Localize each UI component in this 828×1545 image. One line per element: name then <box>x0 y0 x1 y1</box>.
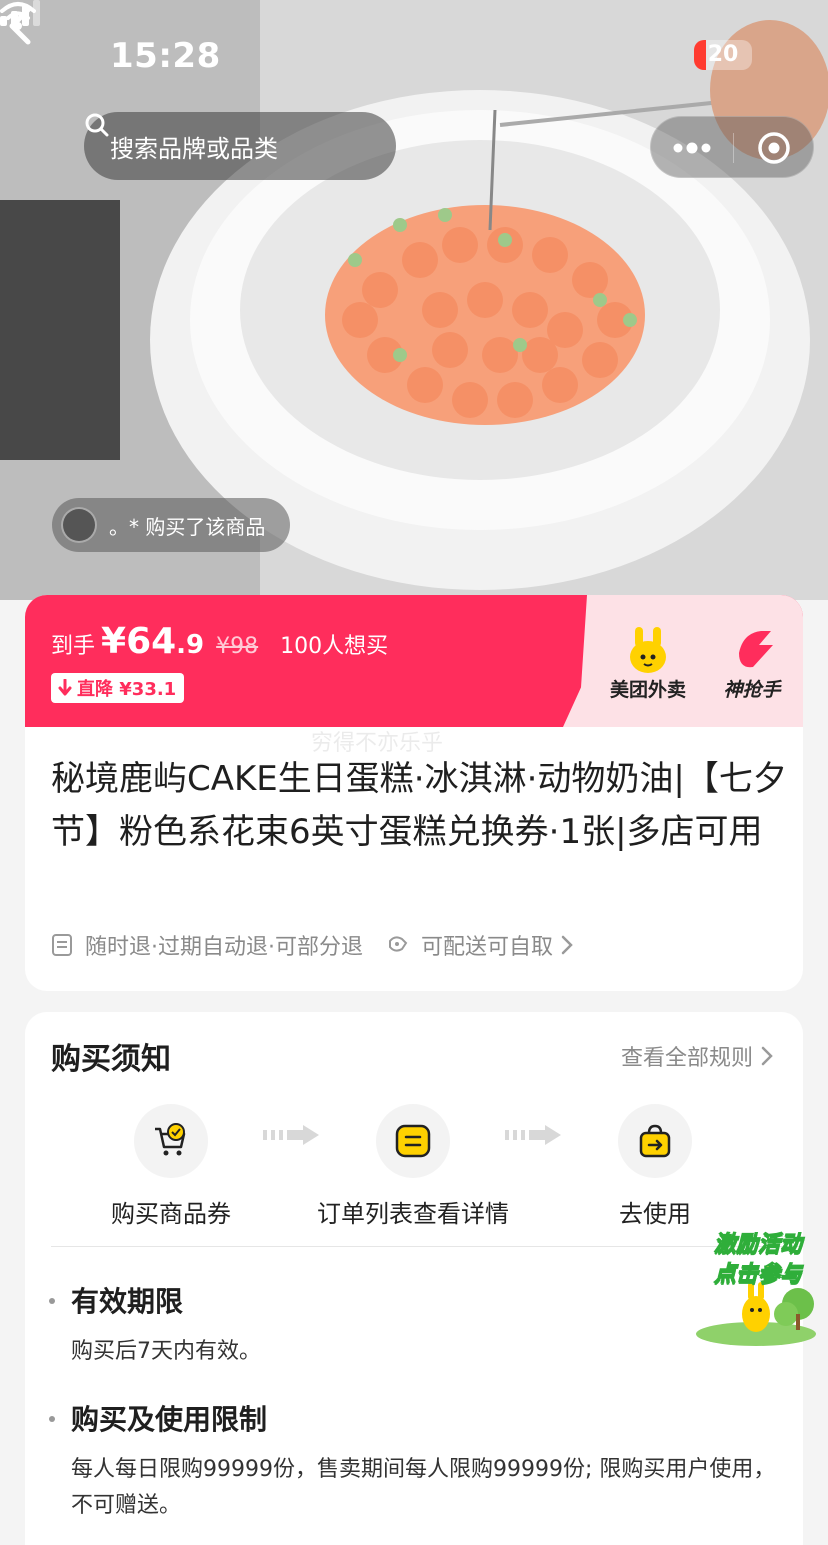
status-bar: 15:28 20 <box>0 0 828 110</box>
price-decimal: .9 <box>176 630 205 660</box>
service-tags[interactable]: 随时退·过期自动退·可部分退 可配送可自取 <box>51 929 573 961</box>
search-placeholder: 搜索品牌或品类 <box>110 134 278 163</box>
rule-body-limits: 每人每日限购99999份，售卖期间每人限购99999份; 限购买用户使用，不可赠… <box>71 1457 776 1518</box>
price-label: 到手 <box>51 634 96 659</box>
rule-title-limits: 购买及使用限制 <box>71 1403 268 1436</box>
view-all-rules-link[interactable]: 查看全部规则 <box>621 1040 773 1072</box>
refund-tag: 随时退·过期自动退·可部分退 <box>85 935 363 960</box>
buyer-notice-text: 。* 购买了该商品 <box>109 514 266 539</box>
back-button[interactable] <box>0 0 44 52</box>
kangaroo-icon <box>630 627 666 673</box>
chevron-right-icon <box>561 935 573 955</box>
close-miniprogram-button[interactable] <box>734 117 815 179</box>
step-view-order: 订单列表查看详情 <box>293 1104 533 1229</box>
product-hero-image[interactable]: 15:28 20 搜索品牌或品类 。* 购买了该商品 <box>0 0 828 600</box>
grab-hand-icon <box>739 631 773 668</box>
bullet <box>49 1416 55 1422</box>
want-count: 100人想买 <box>280 634 389 659</box>
bullet <box>49 1298 55 1304</box>
promo-line-2: 点击参与 <box>713 1262 802 1288</box>
recent-buyer-pill: 。* 购买了该商品 <box>52 498 290 552</box>
product-title: 秘境鹿屿CAKE生日蛋糕·冰淇淋·动物奶油|【七夕节】粉色系花束6英寸蛋糕兑换券… <box>51 759 787 852</box>
price-banner: 到手 ¥64 .9 ¥98 100人想买 直降 ¥33.1 美团外卖 神抢手 <box>25 595 803 727</box>
chevron-right-icon <box>761 1046 773 1066</box>
more-options-button[interactable] <box>651 117 733 179</box>
incentive-activity-button[interactable]: 激励活动 点击参与 <box>694 1222 818 1350</box>
order-list-icon <box>395 1124 431 1158</box>
refund-doc-icon <box>52 934 72 956</box>
search-input[interactable]: 搜索品牌或品类 <box>84 112 396 180</box>
battery-indicator: 20 <box>694 40 752 70</box>
purchase-notice-card: 购买须知 查看全部规则 购买商品券 订单列表查看详情 去使用 有效期限 购买后7… <box>25 1012 803 1545</box>
grab-logo-text: 神抢手 <box>723 679 781 701</box>
rule-title-validity: 有效期限 <box>71 1285 184 1318</box>
avatar <box>61 507 97 543</box>
cart-check-icon <box>155 1123 186 1156</box>
price-main: ¥64 <box>101 621 177 662</box>
view-all-label: 查看全部规则 <box>620 1046 753 1071</box>
price-line: 到手 ¥64 .9 ¥98 100人想买 <box>51 621 388 662</box>
step-label: 订单列表查看详情 <box>317 1200 509 1228</box>
product-info-card: 到手 ¥64 .9 ¥98 100人想买 直降 ¥33.1 美团外卖 神抢手 穷… <box>25 595 803 991</box>
use-bag-icon <box>639 1124 671 1158</box>
original-price: ¥98 <box>216 634 259 659</box>
arrow-down-icon <box>58 679 72 696</box>
price-drop-text: 直降 ¥33.1 <box>77 679 177 700</box>
step-label: 购买商品券 <box>111 1200 231 1228</box>
notice-title: 购买须知 <box>51 1042 171 1077</box>
battery-level: 20 <box>707 42 739 67</box>
step-buy-voucher: 购买商品券 <box>51 1104 291 1229</box>
miniprogram-capsule <box>650 116 814 178</box>
step-go-use: 去使用 <box>535 1104 775 1229</box>
price-drop-badge: 直降 ¥33.1 <box>51 673 185 703</box>
meituan-waimai-logo: 美团外卖 <box>603 623 693 717</box>
status-time: 15:28 <box>110 36 221 76</box>
meituan-logo-text: 美团外卖 <box>609 679 686 701</box>
divider <box>51 1246 803 1247</box>
rule-body-validity: 购买后7天内有效。 <box>71 1339 261 1364</box>
search-icon <box>85 113 109 137</box>
delivery-icon <box>389 936 408 952</box>
delivery-tag: 可配送可自取 <box>421 935 554 960</box>
promo-line-1: 激励活动 <box>713 1232 802 1258</box>
shenqiangshou-logo: 神抢手 <box>709 623 795 717</box>
